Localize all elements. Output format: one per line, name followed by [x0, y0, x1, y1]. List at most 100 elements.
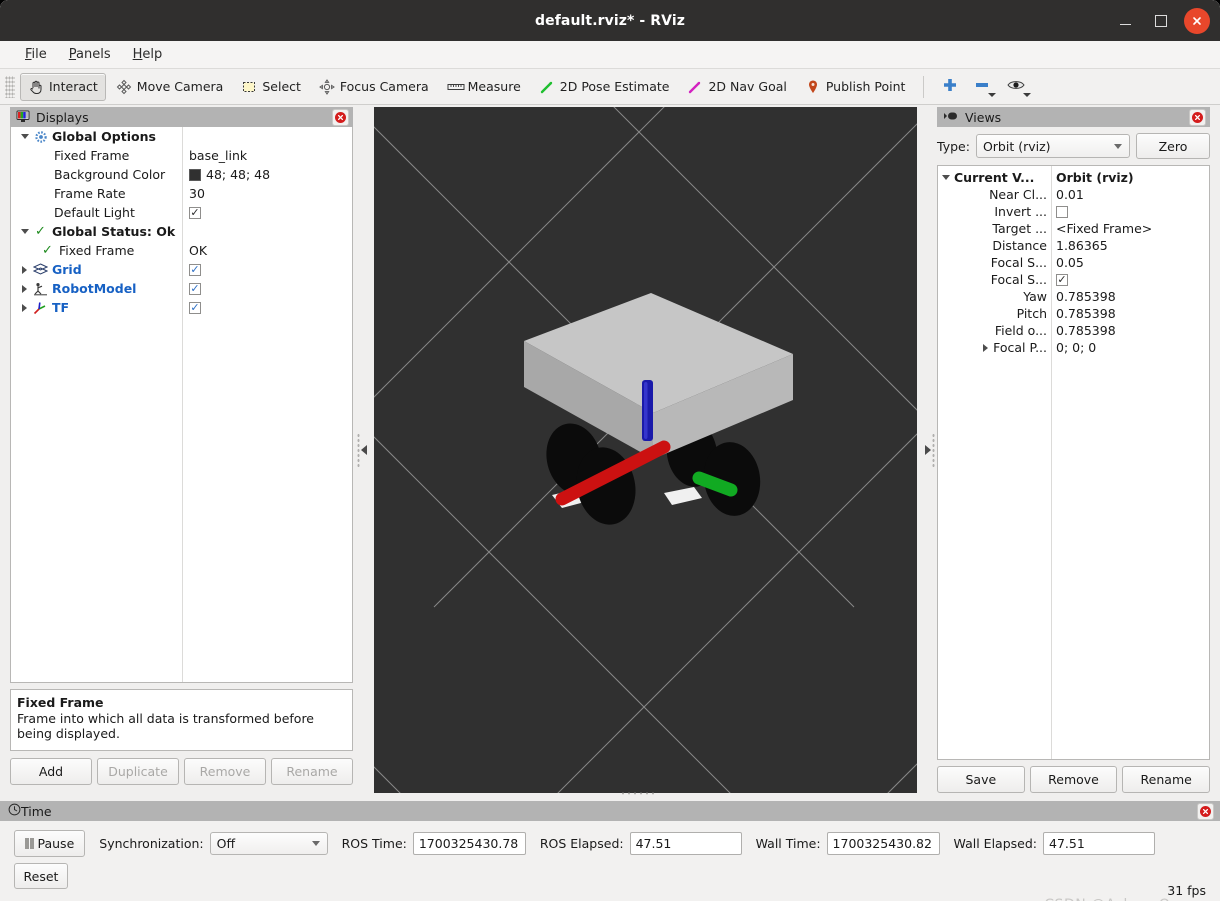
tree-row-default-light[interactable]: Default Light ✓: [11, 203, 352, 222]
views-row-field-of-view[interactable]: Field o... 0.785398: [938, 322, 1209, 339]
minimize-button[interactable]: [1112, 8, 1138, 34]
collapse-right-arrow-icon[interactable]: [925, 445, 931, 455]
tree-value[interactable]: 48; 48; 48: [206, 167, 270, 182]
views-tree[interactable]: Current V... Orbit (rviz) Near Cl... 0.0…: [937, 165, 1210, 760]
views-row-focal-shape-fixed-size[interactable]: Focal S... ✓: [938, 271, 1209, 288]
tree-row-frame-rate[interactable]: Frame Rate 30: [11, 184, 352, 203]
pause-button[interactable]: Pause: [14, 830, 86, 857]
views-row-value[interactable]: 0.01: [1056, 187, 1084, 202]
displays-tree[interactable]: Global Options Fixed Frame base_link Bac…: [10, 127, 353, 683]
tree-value[interactable]: 30: [189, 186, 205, 201]
reset-button[interactable]: Reset: [14, 863, 68, 889]
menu-file-rest: ile: [31, 47, 47, 62]
color-swatch[interactable]: [189, 168, 201, 181]
views-row-name: Field o...: [994, 323, 1047, 338]
views-row-yaw[interactable]: Yaw 0.785398: [938, 288, 1209, 305]
tool-2d-pose-estimate[interactable]: 2D Pose Estimate: [531, 73, 678, 101]
tool-interact[interactable]: Interact: [20, 72, 106, 101]
views-row-value[interactable]: 0.05: [1056, 255, 1084, 270]
visibility-button[interactable]: [1005, 74, 1031, 100]
menu-panels[interactable]: Panels: [58, 45, 122, 64]
tool-focus-camera[interactable]: Focus Camera: [311, 73, 437, 101]
tree-row-status-fixed-frame[interactable]: ✓ Fixed Frame OK: [11, 241, 352, 260]
right-splitter[interactable]: [919, 107, 937, 793]
add-tool-button[interactable]: [937, 74, 963, 100]
twisty-down-icon-2[interactable]: [17, 229, 32, 234]
twisty-right-icon-robot[interactable]: [17, 284, 32, 293]
wall-time-field[interactable]: 1700325430.82: [826, 832, 940, 855]
remove-view-button[interactable]: Remove: [1029, 766, 1118, 793]
tree-row-global-status[interactable]: ✓ Global Status: Ok: [11, 222, 352, 241]
tree-value[interactable]: base_link: [189, 148, 247, 163]
tree-row-background-color[interactable]: Background Color 48; 48; 48: [11, 165, 352, 184]
duplicate-display-button[interactable]: Duplicate: [97, 758, 179, 785]
rename-display-button[interactable]: Rename: [271, 758, 353, 785]
tool-2d-nav-goal[interactable]: 2D Nav Goal: [679, 73, 794, 101]
render-viewport-3d[interactable]: [374, 107, 917, 793]
views-row-value[interactable]: 1.86365: [1056, 238, 1108, 253]
tree-row-fixed-frame[interactable]: Fixed Frame base_link: [11, 146, 352, 165]
select-rectangle-icon: [241, 79, 257, 95]
tool-move-camera[interactable]: Move Camera: [108, 73, 232, 101]
time-close-button[interactable]: [1197, 802, 1214, 820]
close-button[interactable]: [1184, 7, 1210, 34]
robotmodel-checkbox[interactable]: ✓: [189, 282, 201, 295]
twisty-down-icon[interactable]: [17, 134, 32, 139]
chevron-down-icon-4: [311, 841, 320, 846]
tool-measure[interactable]: Measure: [439, 73, 529, 101]
focal-shape-fixed-size-checkbox[interactable]: ✓: [1056, 273, 1068, 286]
tool-publish-point[interactable]: Publish Point: [797, 73, 914, 101]
wall-elapsed-field[interactable]: 47.51: [1043, 832, 1156, 855]
twisty-right-icon-grid[interactable]: [17, 265, 32, 274]
twisty-down-icon-views[interactable]: [938, 175, 954, 180]
views-row-near-clip[interactable]: Near Cl... 0.01: [938, 186, 1209, 203]
views-row-pitch[interactable]: Pitch 0.785398: [938, 305, 1209, 322]
tool-select[interactable]: Select: [233, 73, 309, 101]
views-row-value[interactable]: <Fixed Frame>: [1056, 221, 1152, 236]
views-row-invert-z[interactable]: Invert ...: [938, 203, 1209, 220]
twisty-right-icon-tf[interactable]: [17, 303, 32, 312]
views-row-distance[interactable]: Distance 1.86365: [938, 237, 1209, 254]
default-light-checkbox[interactable]: ✓: [189, 206, 201, 219]
menu-help[interactable]: Help: [122, 45, 174, 64]
viewport-scene: [374, 107, 917, 793]
remove-display-button[interactable]: Remove: [184, 758, 266, 785]
synchronization-combo[interactable]: Off: [209, 832, 328, 855]
views-close-button[interactable]: [1189, 108, 1206, 126]
grid-checkbox[interactable]: ✓: [189, 263, 201, 276]
maximize-button[interactable]: [1148, 8, 1174, 34]
toolbar-grip[interactable]: [5, 75, 15, 98]
ros-elapsed-field[interactable]: 47.51: [629, 832, 742, 855]
invert-z-checkbox[interactable]: [1056, 205, 1068, 218]
tf-checkbox[interactable]: ✓: [189, 301, 201, 314]
add-display-button[interactable]: Add: [10, 758, 92, 785]
menu-file[interactable]: File: [14, 45, 58, 64]
tree-row-grid[interactable]: Grid ✓: [11, 260, 352, 279]
tree-row-robotmodel[interactable]: RobotModel ✓: [11, 279, 352, 298]
horizontal-splitter-grip[interactable]: [620, 791, 654, 796]
displays-close-button[interactable]: [332, 108, 349, 126]
collapse-left-arrow-icon[interactable]: [361, 445, 367, 455]
displays-panel: Displays Global Options Fixed Frame base…: [10, 107, 353, 785]
views-row-value[interactable]: 0.785398: [1056, 289, 1116, 304]
check-icon: ✓: [35, 224, 46, 239]
left-splitter[interactable]: [355, 107, 373, 793]
save-view-button[interactable]: Save: [937, 766, 1025, 793]
views-row-focal-point[interactable]: Focal P... 0; 0; 0: [938, 339, 1209, 356]
views-row-current-view[interactable]: Current V... Orbit (rviz): [938, 169, 1209, 186]
views-row-value[interactable]: 0.785398: [1056, 323, 1116, 338]
twisty-right-icon-focal-point[interactable]: [977, 343, 993, 352]
views-row-value[interactable]: 0; 0; 0: [1056, 340, 1096, 355]
zero-button[interactable]: Zero: [1136, 133, 1210, 159]
rename-view-button[interactable]: Rename: [1122, 766, 1211, 793]
ros-time-field[interactable]: 1700325430.78: [412, 832, 526, 855]
tree-row-global-options[interactable]: Global Options: [11, 127, 352, 146]
remove-tool-button[interactable]: [971, 74, 997, 100]
synchronization-value: Off: [216, 836, 236, 851]
views-row-target-frame[interactable]: Target ... <Fixed Frame>: [938, 220, 1209, 237]
views-row-value[interactable]: 0.785398: [1056, 306, 1116, 321]
pause-label: Pause: [37, 836, 75, 851]
views-type-combo[interactable]: Orbit (rviz): [975, 134, 1130, 158]
views-row-focal-shape-size[interactable]: Focal S... 0.05: [938, 254, 1209, 271]
tree-row-tf[interactable]: TF ✓: [11, 298, 352, 317]
